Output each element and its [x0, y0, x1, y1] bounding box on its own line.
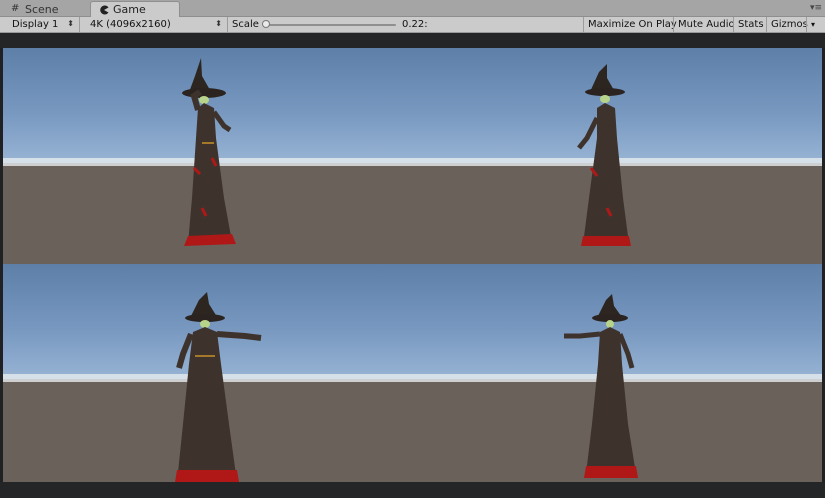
updown-arrow-icon: ⬍ [215, 19, 222, 28]
game-viewport[interactable] [0, 33, 825, 498]
tab-scene[interactable]: # Scene [3, 1, 89, 17]
viewport-letterbox-top [0, 33, 825, 48]
tab-menu-icon[interactable]: ▾≡ [810, 4, 822, 13]
scale-slider-track[interactable] [268, 24, 396, 26]
scale-slider-thumb[interactable] [262, 20, 270, 28]
witch-side-right-render [412, 64, 822, 264]
display-dropdown[interactable]: Display 1 ⬍ [4, 17, 80, 32]
stats-toggle[interactable]: Stats [733, 17, 768, 32]
updown-arrow-icon: ⬍ [67, 19, 74, 28]
camera-view-bottom-right [412, 264, 822, 482]
gizmos-toggle[interactable]: Gizmos [766, 17, 812, 32]
window-tab-bar: # Scene Game ▾≡ [0, 0, 825, 17]
resolution-dropdown[interactable]: 4K (4096x2160) ⬍ [82, 17, 228, 32]
pacman-icon [99, 5, 109, 15]
scale-label: Scale [232, 19, 259, 30]
witch-front-pointing-render [3, 292, 412, 482]
gizmos-dropdown-arrow-icon[interactable]: ▾ [806, 17, 825, 32]
display-dropdown-label: Display 1 [12, 19, 59, 30]
maximize-on-play-toggle[interactable]: Maximize On Play [583, 17, 681, 32]
mute-audio-toggle[interactable]: Mute Audio [673, 17, 739, 32]
resolution-dropdown-label: 4K (4096x2160) [90, 19, 171, 30]
camera-view-top-left [3, 48, 412, 264]
witch-front-left-render [3, 58, 412, 264]
camera-view-top-right [412, 48, 822, 264]
grid-hash-icon: # [11, 3, 20, 14]
witch-back-pointing-render [412, 294, 822, 482]
tab-scene-label: Scene [25, 2, 59, 16]
viewport-letterbox-bottom [0, 482, 825, 498]
scale-value: 0.22: [402, 19, 428, 30]
camera-view-bottom-left [3, 264, 412, 482]
tab-game[interactable]: Game [90, 1, 180, 17]
game-view-toolbar: Display 1 ⬍ 4K (4096x2160) ⬍ Scale 0.22:… [0, 17, 825, 33]
tab-game-label: Game [113, 3, 146, 16]
